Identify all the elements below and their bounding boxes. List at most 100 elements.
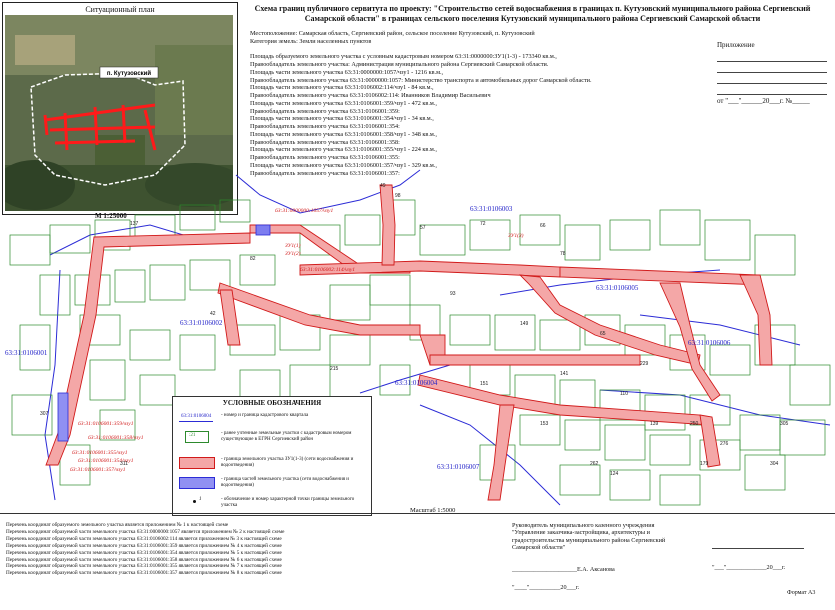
parcel-boundary [649,434,691,466]
parcel-number: 66 [540,223,546,229]
parcel-boundary [539,319,581,351]
place-label: п. Кутузовский [107,70,151,77]
parcel-number: 311 [120,461,128,467]
parcel-boundary [114,269,146,303]
servitude-label: 63:31:0106002:114/чзу1 [300,266,355,273]
point-symbol: 1 [179,497,213,507]
parcel-boundary [19,324,51,371]
parcel-number: 215 [330,366,339,372]
parcel-number: 57 [420,225,426,231]
parcel-number: 65 [600,331,606,337]
parcel-number: 151 [480,381,489,387]
parcel-boundary [789,364,831,406]
format-label: Формат А3 [787,590,816,596]
legend-text: - обозначение и номер характерной точки … [221,497,355,508]
info-line: Площадь части земельного участка 63:31:0… [250,115,434,123]
parcel-boundary [519,214,561,246]
parcel-number: 141 [560,371,569,377]
parcel-boundary [744,454,786,491]
info-line: Площадь части земельного участка 63:31:0… [250,84,434,92]
legend-text: - граница частей земельного участка (сет… [221,477,349,488]
quarter-symbol: 63:31:0106004 [179,413,213,423]
servitude-scheme-page: Ситуационный план п. Кутузовский М 1:250… [0,0,835,609]
servitude-area [739,274,773,366]
servitude-area [559,266,763,286]
appendix-note: Перечень координат образуемой части земе… [6,570,282,577]
part-1057 [255,224,271,236]
parcel-number: 305 [780,421,789,427]
info-line: Правообладатель земельного участка 63:31… [250,138,400,146]
info-line: Правообладатель земельного участка 63:31… [250,154,400,161]
servitude-area [429,354,641,366]
part-symbol [179,477,215,489]
parcel-number: 153 [540,421,549,427]
appendix-date: от "___"______20___г. №_____ [717,97,810,105]
legend-title: УСЛОВНЫЕ ОБОЗНАЧЕНИЯ [222,399,322,407]
parcel-number: 250 [690,421,699,427]
servitude-area [699,414,721,468]
parcel-boundary [609,219,651,251]
info-line: Площадь образуемого земельного участка с… [250,53,557,61]
servitude-label: ЗУ1(2) [285,250,301,257]
parcel-number: 276 [720,441,729,447]
signatory: Руководитель муниципального казенного уч… [512,522,666,552]
servitude-area [217,282,421,336]
appendix-note: Перечень координат образуемой части земе… [6,535,282,542]
parcel-number: 149 [520,321,529,327]
parcel-boundary [519,414,561,446]
parcel-boundary [659,209,701,246]
servitude-label: 63:31:0106001:359/чзу1 [78,421,134,427]
parcel-number: 137 [130,221,139,227]
parcel-number: 42 [210,311,216,317]
parcel-boundary [494,314,536,351]
parcel-boundary [149,264,186,301]
parcel-number: 49 [380,183,386,189]
appendix-note: Перечень координат образуемого земельног… [6,522,229,528]
info-line: Площадь части земельного участка 63:31:0… [250,130,437,138]
parcel-number: 307 [40,411,49,417]
signature-line [712,548,804,549]
parcel-number: 72 [480,221,486,227]
info-line: Категория земель: Земли населенных пункт… [250,37,372,45]
parcel-boundary [704,219,751,261]
parcel-number: 304 [770,461,779,467]
info-line: Правообладатель земельного участка 63:31… [250,76,592,84]
sign-date-right: "___"_____________20___г. [712,564,786,571]
parcel-number: 98 [395,193,401,199]
quarter-label: 63:31:0106001 [5,349,48,357]
parcel-boundary [419,224,466,256]
parcel-boundary [344,214,381,246]
servitude-label: ЗУ1(1) [285,242,301,249]
quarter-label: 63:31:0106005 [596,284,639,292]
info-line: Правообладатель земельного участка 63:31… [250,107,400,115]
info-line [250,46,650,54]
parcel-boundary [329,334,371,366]
parcel-boundary [754,234,796,276]
parcel-boundary [179,334,216,371]
parcel-number: 229 [640,361,649,367]
parcel-boundary [49,224,91,254]
parcel-boundary [559,464,601,496]
parcel-number: 93 [450,291,456,297]
appendix-line [717,62,827,73]
servitude-area [417,374,712,426]
parcel-boundary [39,274,71,316]
appendix-block: Приложение от "___"______20___г. №_____ [717,39,827,107]
zu-symbol [179,457,215,469]
parcel-boundary [469,219,511,251]
legend-text: - номер и граница кадастрового квартала [221,413,309,418]
parcel-boundary [449,314,491,346]
parcel-boundary [9,234,51,266]
appendix-notes: Перечень координат образуемого земельног… [6,522,346,577]
servitude-label: 63:31:0106001:358/чзу1 [88,435,144,441]
legend-text: - ранее учтенные земельные участки с кад… [221,431,352,442]
parcel-number: 179 [700,461,709,467]
parcel-boundary [139,374,176,406]
servitude-label: 63:31:0106001:357/чзу1 [70,467,126,473]
info-line: Площадь части земельного участка 63:31:0… [250,146,437,154]
servitude-label: 63:31:0106001:355/чзу1 [72,450,128,456]
info-line: Площадь части земельного участка 63:31:0… [250,68,444,76]
quarter-label: 63:31:0106004 [395,379,438,387]
appendix-note: Перечень координат образуемой части земе… [6,542,282,549]
servitude-area [487,404,515,501]
